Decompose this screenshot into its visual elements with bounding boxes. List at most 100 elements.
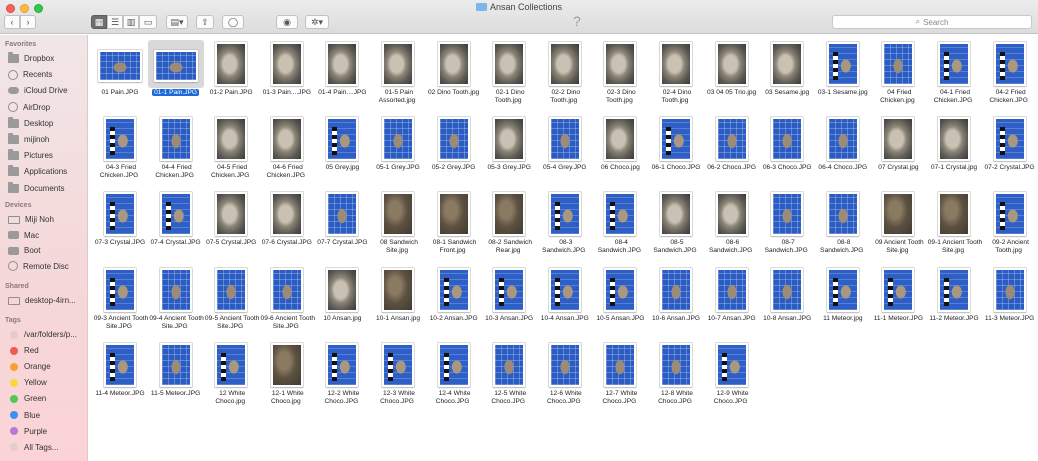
search-field[interactable]: ⌕ Search	[832, 15, 1032, 29]
file-item[interactable]: 07-1 Crystal.jpg	[926, 115, 982, 189]
file-item[interactable]: 10-2 Ansan.JPG	[426, 266, 482, 340]
file-item[interactable]: 12-7 White Choco.JPG	[592, 341, 648, 415]
file-item[interactable]: 07-7 Crystal.JPG	[314, 190, 370, 264]
sidebar-item-dropbox[interactable]: Dropbox	[8, 52, 88, 65]
file-item[interactable]: 03 Sesame.jpg	[759, 40, 815, 114]
file-item[interactable]: 12-3 White Choco.JPG	[370, 341, 426, 415]
sidebar-item-orange[interactable]: Orange	[8, 360, 88, 373]
file-item[interactable]: 08-8 Sandwich.JPG	[815, 190, 871, 264]
file-item[interactable]: 11-3 Meteor.JPG	[982, 266, 1038, 340]
file-item[interactable]: 11-4 Meteor.JPG	[92, 341, 148, 415]
file-item[interactable]: 07-2 Crystal.JPG	[982, 115, 1038, 189]
file-item[interactable]: 01-5 Pain Assorted.jpg	[370, 40, 426, 114]
file-item[interactable]: 01-2 Pain.JPG	[203, 40, 259, 114]
file-item[interactable]: 01 Pain.JPG	[92, 40, 148, 114]
file-item[interactable]: 07-6 Crystal.JPG	[259, 190, 315, 264]
file-item[interactable]: 01-4 Pain....JPG	[314, 40, 370, 114]
forward-button[interactable]: ›	[20, 15, 36, 29]
file-item[interactable]: 10-1 Ansan.jpg	[370, 266, 426, 340]
file-item[interactable]: 06 Choco.jpg	[592, 115, 648, 189]
edit-tags-button[interactable]: ◯	[222, 15, 244, 29]
file-item[interactable]: 01-1 Pain.JPG	[147, 40, 204, 114]
back-button[interactable]: ‹	[4, 15, 20, 29]
file-item[interactable]: 12-1 White Choco.jpg	[259, 341, 315, 415]
file-item[interactable]: 07-3 Crystal.JPG	[92, 190, 148, 264]
file-item[interactable]: 12-4 White Choco.JPG	[426, 341, 482, 415]
file-item[interactable]: 04-3 Fried Chicken.JPG	[92, 115, 148, 189]
list-view-button[interactable]: ☰	[107, 15, 123, 29]
file-item[interactable]: 08 Sandwich Site.jpg	[370, 190, 426, 264]
sidebar-item-var-folders-p[interactable]: /var/folders/p...	[8, 328, 88, 341]
sidebar-item-purple[interactable]: Purple	[8, 425, 88, 438]
file-item[interactable]: 03 04 05 Trio.jpg	[704, 40, 760, 114]
file-item[interactable]: 06-3 Choco.JPG	[759, 115, 815, 189]
sidebar-item-green[interactable]: Green	[8, 392, 88, 405]
sidebar-item-desktop-4irn[interactable]: desktop-4irn...	[8, 294, 88, 307]
column-view-button[interactable]: ▥	[123, 15, 139, 29]
file-item[interactable]: 04-5 Fried Chicken.JPG	[203, 115, 259, 189]
sidebar-item-applications[interactable]: Applications	[8, 165, 88, 178]
file-item[interactable]: 11-5 Meteor.JPG	[148, 341, 204, 415]
file-item[interactable]: 05-1 Grey.JPG	[370, 115, 426, 189]
quick-look-button[interactable]: ◉	[276, 15, 298, 29]
sidebar-item-boot[interactable]: Boot	[8, 244, 88, 257]
sidebar-item-desktop[interactable]: Desktop	[8, 116, 88, 130]
sidebar-item-all-tags[interactable]: All Tags...	[8, 441, 88, 454]
file-item[interactable]: 12-6 White Choco.JPG	[537, 341, 593, 415]
file-item[interactable]: 01-3 Pain....JPG	[259, 40, 315, 114]
file-item[interactable]: 12-2 White Choco.JPG	[314, 341, 370, 415]
icon-view-button[interactable]: ▦	[91, 15, 107, 29]
file-item[interactable]: 09 Ancient Tooth Site.jpg	[870, 190, 926, 264]
sidebar-item-blue[interactable]: Blue	[8, 409, 88, 422]
file-item[interactable]: 10-4 Ansan.JPG	[537, 266, 593, 340]
sidebar-item-mijinoh[interactable]: mijinoh	[8, 133, 88, 146]
file-item[interactable]: 09-6 Ancient Tooth Site.JPG	[259, 266, 315, 340]
gallery-view-button[interactable]: ▭	[139, 15, 157, 29]
file-item[interactable]: 12-8 White Choco.JPG	[648, 341, 704, 415]
file-item[interactable]: 02-3 Dino Tooth.jpg	[592, 40, 648, 114]
sidebar-item-miji-noh[interactable]: Miji Noh	[8, 213, 88, 226]
file-item[interactable]: 08-1 Sandwich Front.jpg	[426, 190, 482, 264]
file-item[interactable]: 05-3 Grey.JPG	[481, 115, 537, 189]
sidebar-item-mac[interactable]: Mac	[8, 229, 88, 242]
file-item[interactable]: 04 Fried Chicken.jpg	[870, 40, 926, 114]
sidebar-item-airdrop[interactable]: AirDrop	[8, 101, 88, 114]
file-item[interactable]: 07-4 Crystal.JPG	[148, 190, 204, 264]
file-item[interactable]: 06-2 Choco.JPG	[704, 115, 760, 189]
file-item[interactable]: 08-4 Sandwich.JPG	[592, 190, 648, 264]
file-item[interactable]: 08-7 Sandwich.JPG	[759, 190, 815, 264]
file-item[interactable]: 12 White Choco.jpg	[203, 341, 259, 415]
sidebar-item-pictures[interactable]: Pictures	[8, 149, 88, 162]
file-item[interactable]: 11-1 Meteor.JPG	[870, 266, 926, 340]
file-item[interactable]: 08-6 Sandwich.JPG	[704, 190, 760, 264]
file-item[interactable]: 10-6 Ansan.JPG	[648, 266, 704, 340]
file-item[interactable]: 07-5 Crystal.JPG	[203, 190, 259, 264]
file-item[interactable]: 09-2 Ancient Tooth.jpg	[982, 190, 1038, 264]
sidebar-item-documents[interactable]: Documents	[8, 181, 88, 195]
sidebar-item-yellow[interactable]: Yellow	[8, 376, 88, 389]
file-item[interactable]: 06-4 Choco.JPG	[815, 115, 871, 189]
share-button[interactable]: ⇪	[196, 15, 214, 29]
file-item[interactable]: 04-4 Fried Chicken.JPG	[148, 115, 204, 189]
file-item[interactable]: 10-7 Ansan.JPG	[704, 266, 760, 340]
file-item[interactable]: 02-2 Dino Tooth.jpg	[537, 40, 593, 114]
file-item[interactable]: 05-4 Grey.JPG	[537, 115, 593, 189]
file-item[interactable]: 04-1 Fried Chicken.JPG	[926, 40, 982, 114]
file-item[interactable]: 02-1 Dino Tooth.jpg	[481, 40, 537, 114]
file-item[interactable]: 12-5 White Choco.JPG	[481, 341, 537, 415]
group-by-button[interactable]: ▤▾	[166, 15, 188, 29]
action-menu-button[interactable]: ✲▾	[305, 15, 329, 29]
file-item[interactable]: 02-4 Dino Tooth.jpg	[648, 40, 704, 114]
file-item[interactable]: 11-2 Meteor.JPG	[926, 266, 982, 340]
file-item[interactable]: 12-9 White Choco.JPG	[704, 341, 760, 415]
file-item[interactable]: 08-3 Sandwich.JPG	[537, 190, 593, 264]
sidebar-item-recents[interactable]: Recents	[8, 68, 88, 81]
sidebar-item-icloud-drive[interactable]: iCloud Drive	[8, 84, 88, 97]
file-item[interactable]: 09-5 Ancient Tooth Site.JPG	[203, 266, 259, 340]
file-item[interactable]: 04-6 Fried Chicken.JPG	[259, 115, 315, 189]
file-item[interactable]: 10-5 Ansan.JPG	[592, 266, 648, 340]
file-item[interactable]: 09-4 Ancient Tooth Site.JPG	[148, 266, 204, 340]
file-item[interactable]: 08-5 Sandwich.JPG	[648, 190, 704, 264]
sidebar-item-red[interactable]: Red	[8, 344, 88, 357]
file-item[interactable]: 09-3 Ancient Tooth Site.JPG	[92, 266, 148, 340]
